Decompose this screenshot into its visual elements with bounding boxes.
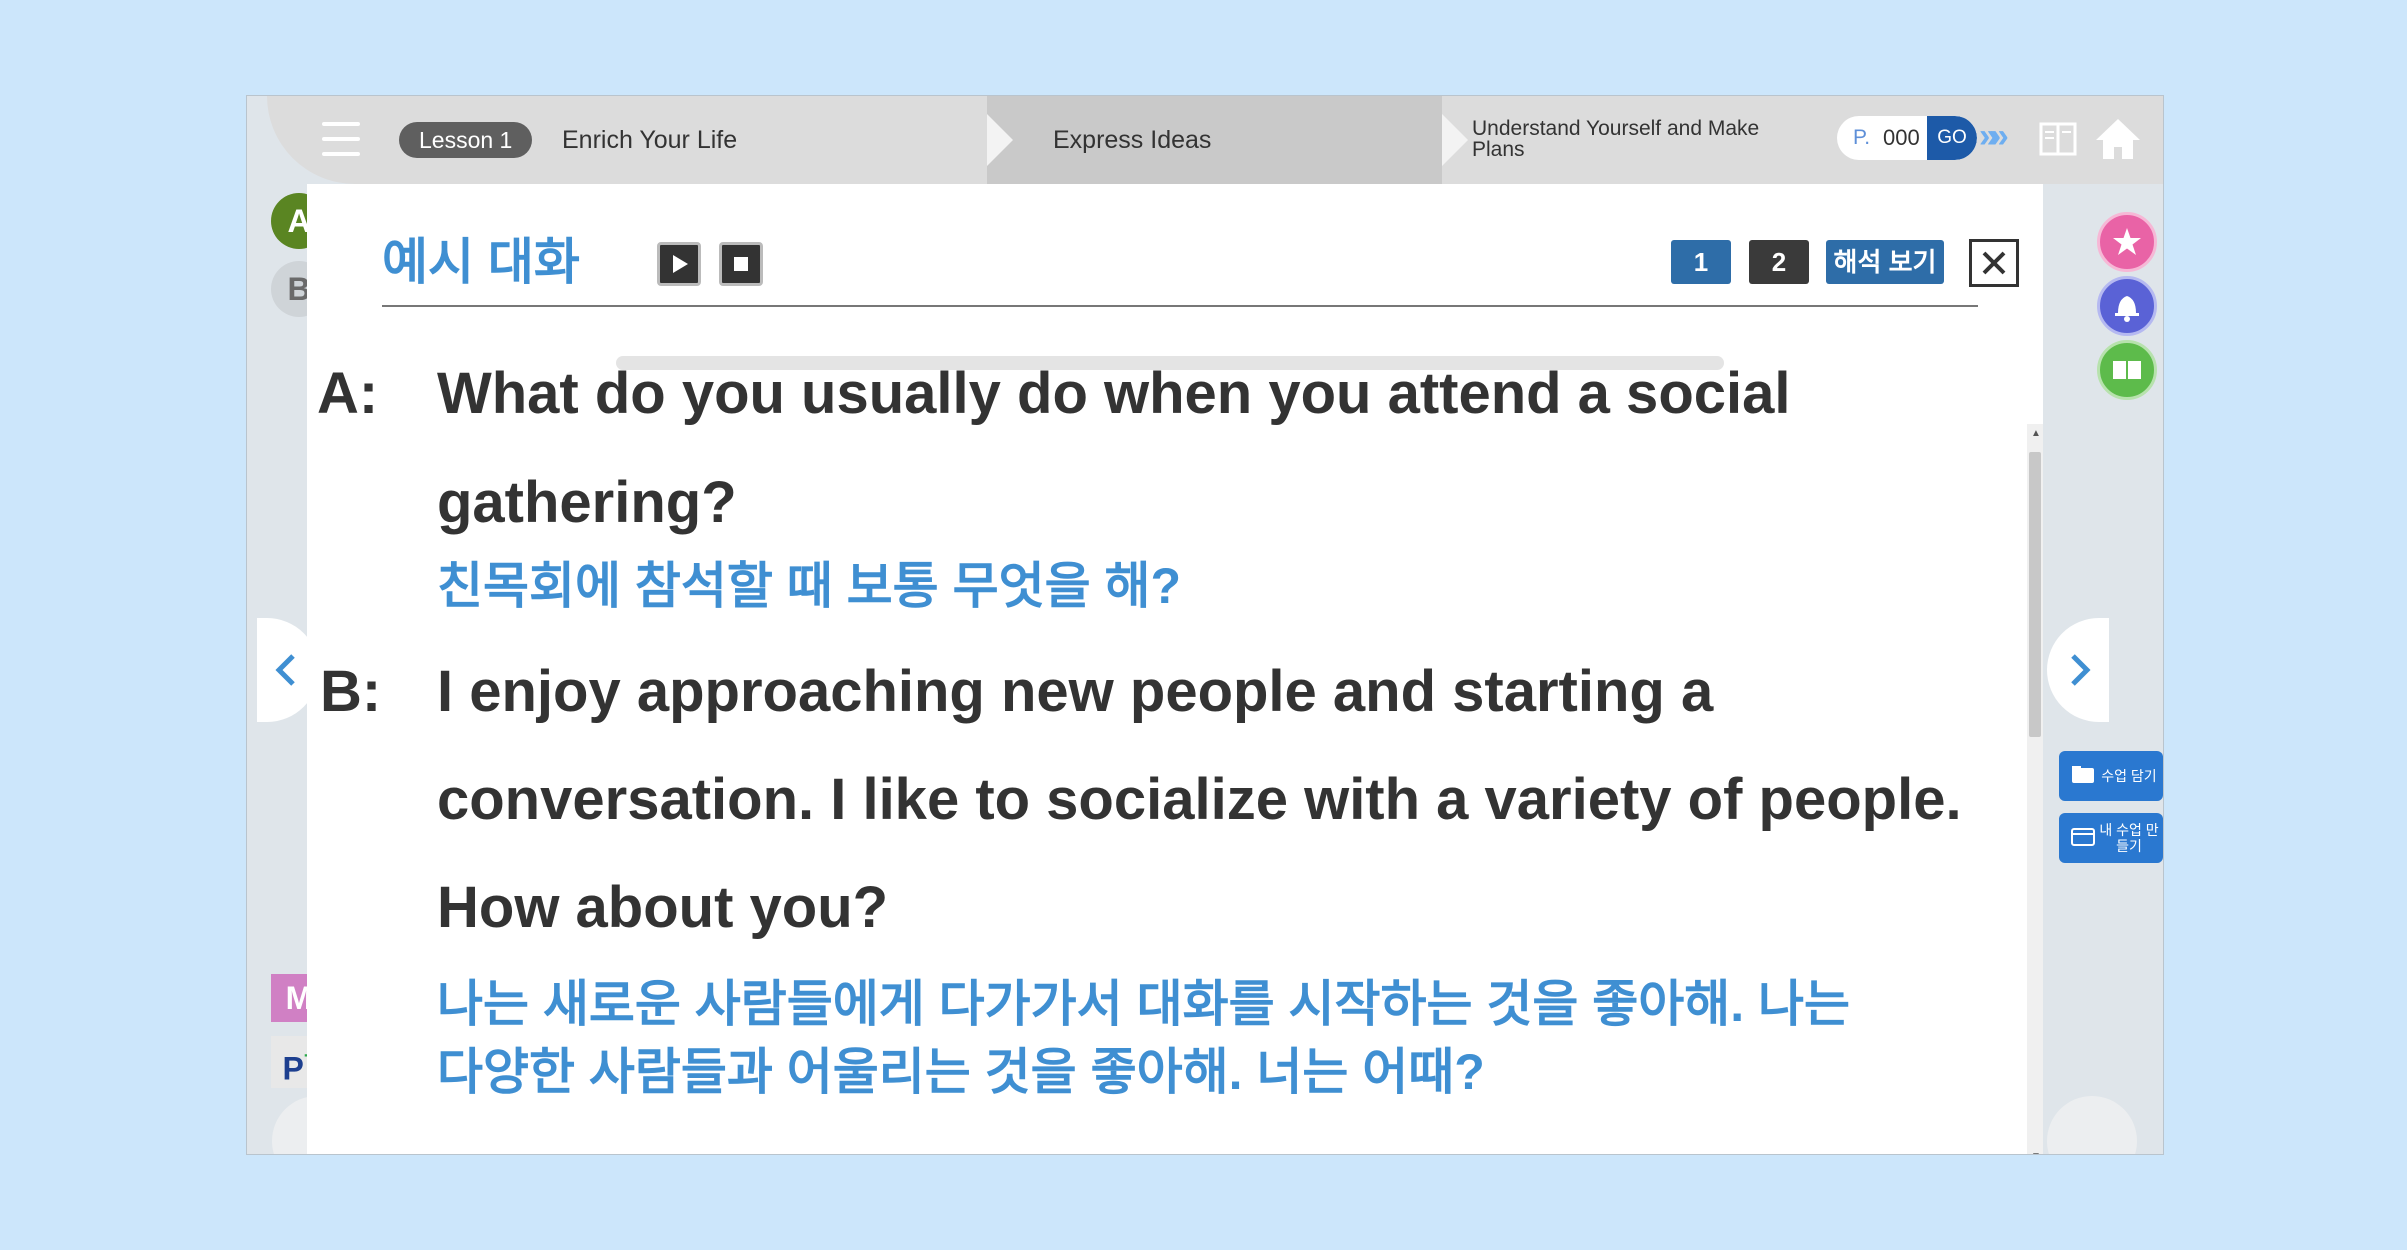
make-lesson-button[interactable]: 내 수업 만들기 bbox=[2059, 813, 2163, 863]
dialogue-a-line: gathering? bbox=[437, 470, 737, 535]
stop-button[interactable] bbox=[719, 242, 763, 286]
make-lesson-label: 내 수업 만들기 bbox=[2099, 822, 2159, 854]
page-prefix: P. bbox=[1853, 126, 1871, 149]
save-lesson-button[interactable]: 수업 담기 bbox=[2059, 751, 2163, 801]
close-icon bbox=[1982, 251, 2006, 275]
next-page-button[interactable] bbox=[2047, 618, 2109, 722]
close-button[interactable] bbox=[1969, 239, 2019, 287]
open-book-icon[interactable] bbox=[2097, 340, 2157, 400]
stop-icon bbox=[734, 257, 748, 271]
scroll-down-arrow-icon[interactable]: ▼ bbox=[2031, 1151, 2041, 1154]
dialogue-b-translation: 다양한 사람들과 어울리는 것을 좋아해. 너는 어때? bbox=[437, 1044, 1485, 1100]
chevron-separator-icon bbox=[987, 114, 1013, 166]
corner-decoration bbox=[2047, 1096, 2137, 1154]
top-navigation-bar: Lesson 1 Enrich Your Life Express Ideas … bbox=[267, 96, 2163, 184]
play-button[interactable] bbox=[657, 242, 701, 286]
page-2-button[interactable]: 2 bbox=[1749, 240, 1809, 284]
dialogue-b-line: conversation. I like to socialize with a… bbox=[437, 767, 1962, 832]
dialogue-a-translation: 친목회에 참석할 때 보통 무엇을 해? bbox=[437, 558, 1181, 614]
chevron-right-icon bbox=[2071, 654, 2091, 686]
folder-icon bbox=[2072, 766, 2094, 783]
speaker-b-label: B: bbox=[320, 659, 382, 724]
dialogue-b-line: I enjoy approaching new people and start… bbox=[437, 659, 1714, 724]
chevron-left-icon bbox=[275, 654, 295, 686]
chevron-separator-icon bbox=[1442, 114, 1468, 166]
play-icon bbox=[673, 255, 688, 273]
vertical-scrollbar[interactable]: ▲ ▼ bbox=[2027, 424, 2043, 1154]
p-label: P bbox=[282, 1050, 304, 1087]
dialogue-b-translation: 나는 새로운 사람들에게 다가가서 대화를 시작하는 것을 좋아해. 나는 bbox=[437, 976, 1851, 1032]
panel-title: 예시 대화 bbox=[382, 234, 580, 290]
hamburger-menu-icon[interactable] bbox=[322, 122, 360, 156]
page-1-button[interactable]: 1 bbox=[1671, 240, 1731, 284]
lesson-badge: Lesson 1 bbox=[399, 122, 533, 158]
speaker-a-label: A: bbox=[317, 361, 379, 426]
page-number-input[interactable]: 000 bbox=[1883, 116, 1920, 160]
dialogue-a-line: What do you usually do when you attend a… bbox=[437, 361, 1791, 426]
scrollbar-thumb[interactable] bbox=[2029, 452, 2041, 737]
example-dialogue-panel: 예시 대화 1 2 해석 보기 A: What do you usually d… bbox=[307, 184, 2043, 1154]
home-icon[interactable] bbox=[2093, 116, 2143, 162]
go-button[interactable]: GO bbox=[1927, 116, 1977, 160]
step-understand-yourself[interactable]: Understand Yourself and Make Plans bbox=[1472, 118, 1792, 160]
card-icon bbox=[2071, 828, 2095, 846]
lesson-title[interactable]: Enrich Your Life bbox=[562, 122, 737, 158]
double-chevron-right-icon[interactable]: »» bbox=[1979, 116, 2009, 156]
textbook-icon[interactable] bbox=[2039, 120, 2077, 158]
step-express-ideas[interactable]: Express Ideas bbox=[1053, 122, 1211, 158]
title-divider bbox=[382, 305, 1978, 307]
app-window: Lesson 1 Enrich Your Life Express Ideas … bbox=[246, 95, 2164, 1155]
page-jump-box: P. 000 GO bbox=[1837, 116, 1977, 160]
scroll-up-arrow-icon[interactable]: ▲ bbox=[2031, 428, 2041, 439]
star-badge-icon[interactable] bbox=[2097, 212, 2157, 272]
show-translation-button[interactable]: 해석 보기 bbox=[1826, 240, 1944, 284]
bell-icon[interactable] bbox=[2097, 276, 2157, 336]
save-lesson-label: 수업 담기 bbox=[2101, 768, 2157, 784]
dialogue-b-line: How about you? bbox=[437, 875, 889, 940]
